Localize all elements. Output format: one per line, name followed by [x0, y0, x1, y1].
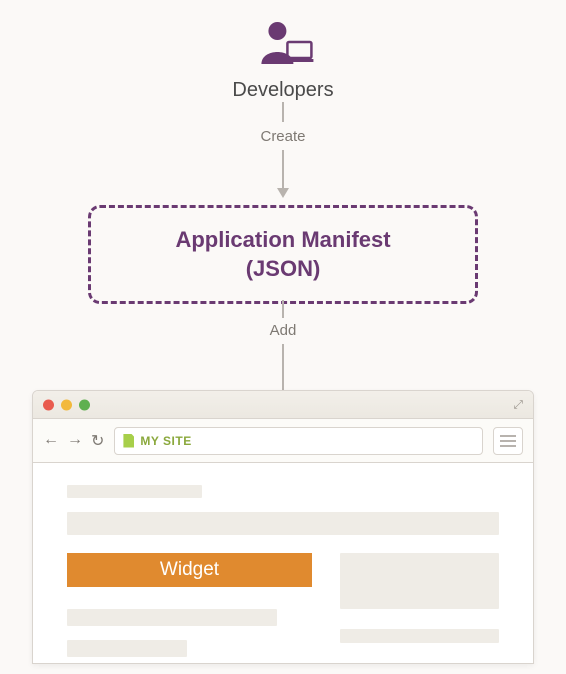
expand-icon[interactable]: ⤢ — [513, 397, 523, 412]
address-bar[interactable]: MY SITE — [114, 427, 483, 455]
menu-icon[interactable] — [493, 427, 523, 455]
developer-label: Developers — [232, 79, 333, 102]
developer-icon — [253, 20, 313, 73]
flow-label-add: Add — [266, 320, 301, 341]
skeleton-line — [67, 640, 187, 657]
zoom-icon[interactable] — [79, 399, 90, 410]
manifest-subtitle: (JSON) — [101, 255, 465, 284]
browser-toolbar: ← → ↻ MY SITE — [33, 419, 533, 463]
site-name: MY SITE — [140, 434, 191, 448]
manifest-title: Application Manifest — [101, 226, 465, 255]
page-icon — [123, 434, 134, 448]
skeleton-line — [67, 609, 277, 626]
nav-controls: ← → ↻ — [43, 431, 104, 451]
flow-line — [282, 300, 284, 318]
skeleton-box — [340, 553, 499, 609]
page-content: Widget — [33, 463, 533, 663]
window-controls — [43, 399, 90, 410]
skeleton-bar — [67, 512, 499, 535]
widget-bar: Widget — [67, 553, 312, 587]
flow-arrowhead — [277, 188, 289, 198]
skeleton-line — [340, 629, 499, 643]
browser-titlebar: ⤢ — [33, 391, 533, 419]
manifest-box: Application Manifest (JSON) — [88, 205, 478, 304]
flow-line — [282, 102, 284, 122]
flow-label-create: Create — [256, 126, 309, 147]
forward-icon[interactable]: → — [67, 431, 83, 451]
skeleton-title — [67, 485, 202, 498]
reload-icon[interactable]: ↻ — [91, 431, 104, 451]
flow-line — [282, 150, 284, 188]
developer-block: Developers — [232, 20, 333, 102]
back-icon[interactable]: ← — [43, 431, 59, 451]
minimize-icon[interactable] — [61, 399, 72, 410]
browser-window: ⤢ ← → ↻ MY SITE Widget — [32, 390, 534, 664]
close-icon[interactable] — [43, 399, 54, 410]
